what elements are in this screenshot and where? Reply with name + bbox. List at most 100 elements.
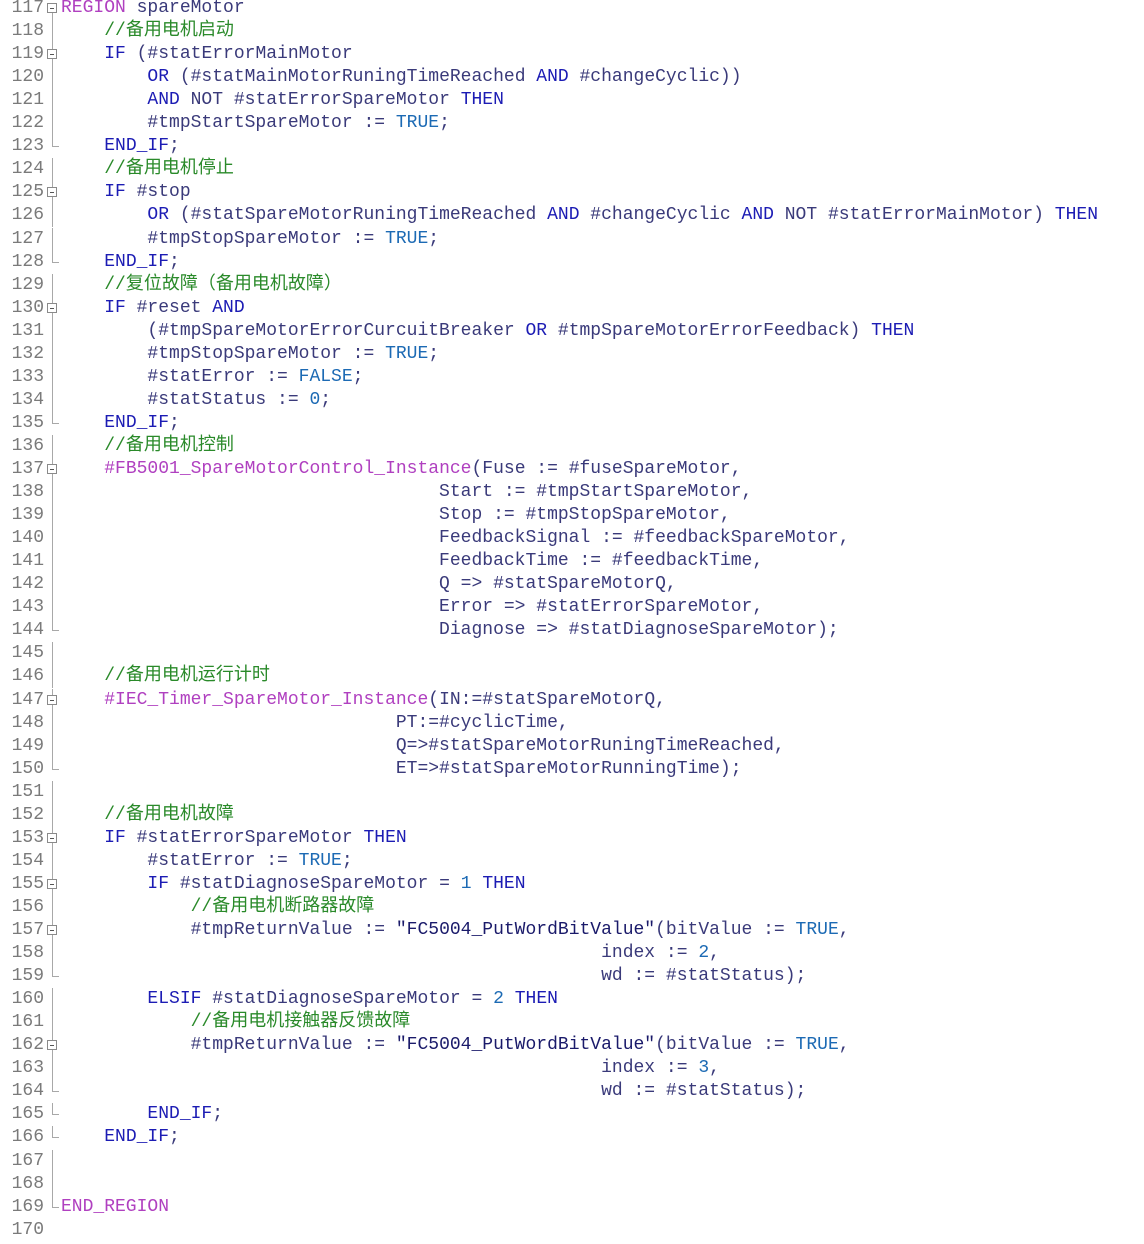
code-text: OR (#statMainMotorRuningTimeReached AND …	[61, 66, 741, 89]
fold-toggle-icon[interactable]	[46, 919, 60, 942]
code-token: THEN	[482, 873, 526, 894]
code-text: END_IF;	[61, 1103, 223, 1126]
code-line[interactable]: 156 //备用电机断路器故障	[0, 895, 1144, 919]
code-text: #tmpStopSpareMotor := TRUE;	[61, 343, 439, 366]
code-token: Q => #statSpareMotorQ,	[61, 574, 677, 595]
code-line[interactable]: 160 ELSIF #statDiagnoseSpareMotor = 2 TH…	[0, 988, 1144, 1012]
code-line[interactable]: 124 //备用电机停止	[0, 158, 1144, 182]
code-token: THEN	[871, 320, 915, 341]
fold-toggle-icon[interactable]	[46, 296, 60, 320]
code-line[interactable]: 136 //备用电机控制	[0, 434, 1144, 458]
code-line[interactable]: 167	[0, 1149, 1144, 1173]
code-line[interactable]: 158 index := 2,	[0, 942, 1144, 966]
code-line[interactable]: 145	[0, 642, 1144, 666]
code-token: 1	[460, 873, 472, 894]
line-number: 133	[11, 366, 44, 387]
fold-toggle-icon[interactable]	[46, 872, 60, 896]
code-line[interactable]: 125 IF #stop	[0, 181, 1144, 205]
line-number: 170	[11, 1219, 44, 1240]
code-line[interactable]: 130 IF #reset AND	[0, 296, 1144, 320]
code-line[interactable]: 123 END_IF;	[0, 135, 1144, 158]
code-line[interactable]: 120 OR (#statMainMotorRuningTimeReached …	[0, 66, 1144, 90]
fold-toggle-icon[interactable]	[46, 0, 60, 20]
code-line[interactable]: 126 OR (#statSpareMotorRuningTimeReached…	[0, 204, 1144, 228]
line-number: 168	[11, 1173, 44, 1194]
code-line[interactable]: 141 FeedbackTime := #feedbackTime,	[0, 550, 1144, 574]
code-editor[interactable]: 117 REGION spareMotor 118 //备用电机启动 119 IF (…	[0, 0, 1144, 1244]
code-line[interactable]: 152 //备用电机故障	[0, 803, 1144, 827]
code-line[interactable]: 150 ET=>#statSpareMotorRunningTime);	[0, 757, 1144, 781]
fold-guide-line	[46, 1011, 60, 1035]
code-line[interactable]: 146 //备用电机运行计时	[0, 665, 1144, 689]
fold-end-marker	[46, 1080, 60, 1103]
code-line[interactable]: 168	[0, 1172, 1144, 1196]
code-token: ;	[169, 136, 180, 157]
code-token: //备用电机接触器反馈故障	[190, 1012, 411, 1033]
code-line[interactable]: 161 //备用电机接触器反馈故障	[0, 1011, 1144, 1035]
code-line[interactable]: 165 END_IF;	[0, 1103, 1144, 1126]
code-line[interactable]: 154 #statError := TRUE;	[0, 849, 1144, 873]
code-line[interactable]: 144 Diagnose => #statDiagnoseSpareMotor)…	[0, 619, 1144, 642]
code-line[interactable]: 132 #tmpStopSpareMotor := TRUE;	[0, 342, 1144, 366]
code-line[interactable]: 118 //备用电机启动	[0, 20, 1144, 44]
code-token: END_IF	[104, 136, 170, 157]
code-line[interactable]: 170	[0, 1219, 1144, 1242]
code-line[interactable]: 129 //复位故障（备用电机故障）	[0, 273, 1144, 297]
code-line[interactable]: 163 index := 3,	[0, 1057, 1144, 1081]
code-line[interactable]: 157 #tmpReturnValue := "FC5004_PutWordBi…	[0, 919, 1144, 942]
code-text: #tmpReturnValue := "FC5004_PutWordBitVal…	[61, 919, 850, 942]
fold-toggle-icon[interactable]	[46, 826, 60, 850]
code-token: IF	[104, 827, 126, 848]
code-token: NOT #statErrorMainMotor)	[773, 205, 1055, 226]
code-line[interactable]: 131 (#tmpSpareMotorErrorCurcuitBreaker O…	[0, 319, 1144, 343]
code-line[interactable]: 133 #statError := FALSE;	[0, 365, 1144, 389]
code-token: #statErrorSpareMotor	[125, 827, 364, 848]
code-token: (#statErrorMainMotor	[125, 44, 353, 65]
line-number: 162	[11, 1035, 44, 1056]
code-line[interactable]: 142 Q => #statSpareMotorQ,	[0, 573, 1144, 597]
code-line[interactable]: 127 #tmpStopSpareMotor := TRUE;	[0, 227, 1144, 251]
fold-toggle-icon[interactable]	[46, 458, 60, 481]
code-line[interactable]: 137 #FB5001_SpareMotorControl_Instance(F…	[0, 458, 1144, 481]
code-line[interactable]: 134 #statStatus := 0;	[0, 388, 1144, 412]
code-line[interactable]: 138 Start := #tmpStartSpareMotor,	[0, 481, 1144, 505]
code-line[interactable]: 155 IF #statDiagnoseSpareMotor = 1 THEN	[0, 872, 1144, 896]
code-line[interactable]: 119 IF (#statErrorMainMotor	[0, 43, 1144, 67]
fold-toggle-icon[interactable]	[46, 1034, 60, 1058]
code-line[interactable]: 121 AND NOT #statErrorSpareMotor THEN	[0, 89, 1144, 113]
fold-guide-line	[46, 734, 60, 758]
code-line[interactable]: 143 Error => #statErrorSpareMotor,	[0, 596, 1144, 620]
fold-toggle-icon[interactable]	[46, 688, 60, 712]
code-line[interactable]: 122 #tmpStartSpareMotor := TRUE;	[0, 112, 1144, 136]
code-line[interactable]: 166 END_IF;	[0, 1126, 1144, 1149]
code-line[interactable]: 162 #tmpReturnValue := "FC5004_PutWordBi…	[0, 1034, 1144, 1058]
line-number: 157	[11, 920, 44, 940]
fold-toggle-icon[interactable]	[46, 43, 60, 67]
code-line[interactable]: 139 Stop := #tmpStopSpareMotor,	[0, 504, 1144, 528]
fold-end-marker	[46, 135, 60, 158]
code-line[interactable]: 140 FeedbackSignal := #feedbackSpareMoto…	[0, 527, 1144, 551]
line-number: 158	[11, 943, 44, 964]
code-line[interactable]: 153 IF #statErrorSpareMotor THEN	[0, 826, 1144, 850]
code-line[interactable]: 135 END_IF;	[0, 411, 1144, 435]
code-line[interactable]: 128 END_IF;	[0, 250, 1144, 274]
fold-toggle-icon[interactable]	[46, 181, 60, 205]
code-token: FeedbackSignal := #feedbackSpareMotor,	[61, 528, 850, 549]
code-line[interactable]: 149 Q=>#statSpareMotorRuningTimeReached,	[0, 734, 1144, 758]
code-text: END_IF;	[61, 251, 180, 274]
code-line[interactable]: 169 END_REGION	[0, 1195, 1144, 1219]
code-line[interactable]: 117 REGION spareMotor	[0, 0, 1144, 20]
code-line[interactable]: 159 wd := #statStatus);	[0, 965, 1144, 988]
code-text: ELSIF #statDiagnoseSpareMotor = 2 THEN	[61, 988, 558, 1011]
code-line[interactable]: 151	[0, 780, 1144, 804]
code-line[interactable]: 148 PT:=#cyclicTime,	[0, 711, 1144, 735]
code-line[interactable]: 147 #IEC_Timer_SpareMotor_Instance(IN:=#…	[0, 688, 1144, 712]
code-text: Diagnose => #statDiagnoseSpareMotor);	[61, 619, 839, 642]
code-line[interactable]: 164 wd := #statStatus);	[0, 1080, 1144, 1103]
code-text: (#tmpSpareMotorErrorCurcuitBreaker OR #t…	[61, 320, 914, 343]
